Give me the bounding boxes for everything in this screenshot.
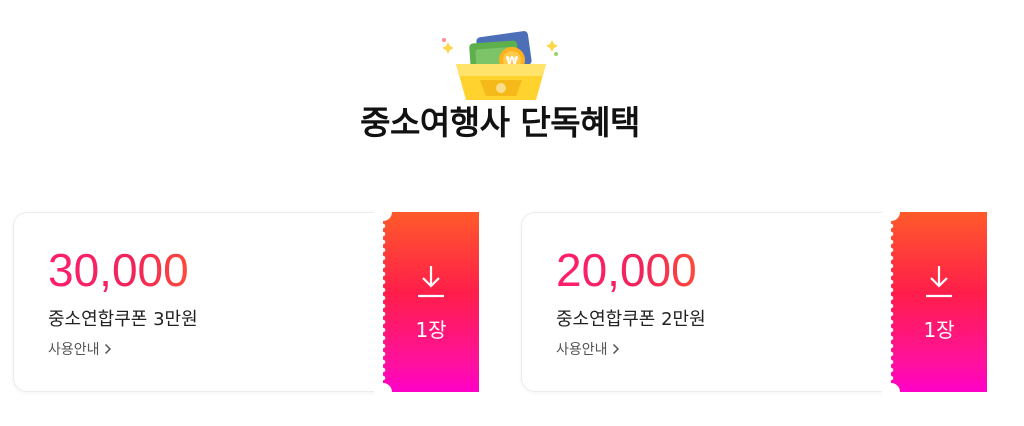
coupon-body: 30,000 중소연합쿠폰 3만원 사용안내 [13,212,384,392]
usage-guide-label: 사용안내 [48,342,100,358]
usage-guide-label: 사용안내 [556,342,608,358]
ticket-notch [882,383,900,401]
coupon-body: 20,000 중소연합쿠폰 2만원 사용안내 [521,212,892,392]
coupon-amount: 30,000 [48,244,189,296]
page: ₩ 중소여행사 단독혜택 30,000 중소연합쿠폰 3만원 사용안내 1장 2… [0,0,1024,426]
download-icon [926,266,952,298]
ticket-notch [374,203,392,221]
coupon-download-button[interactable]: 1장 [374,203,479,401]
chevron-right-icon [104,343,111,355]
coupon-name: 중소연합쿠폰 2만원 [556,309,706,330]
ticket-notch [374,383,392,401]
coupon-name: 중소연합쿠폰 3만원 [48,309,198,330]
coupon-count: 1장 [415,318,447,342]
usage-guide-link[interactable]: 사용안내 [556,339,620,359]
coupon-card: 20,000 중소연합쿠폰 2만원 사용안내 1장 [521,203,987,401]
download-icon [418,266,444,298]
usage-guide-link[interactable]: 사용안내 [48,339,112,359]
ticket-notch [882,203,900,221]
coupon-count: 1장 [923,318,955,342]
wallet-coins-icon: ₩ [442,31,558,100]
perforation [888,222,894,382]
perforation [380,222,386,382]
chevron-right-icon [612,343,619,355]
coupon-amount: 20,000 [556,244,697,296]
coupon-download-button[interactable]: 1장 [882,203,987,401]
page-title: 중소여행사 단독혜택 [360,103,640,142]
coupon-card: 30,000 중소연합쿠폰 3만원 사용안내 1장 [13,203,479,401]
